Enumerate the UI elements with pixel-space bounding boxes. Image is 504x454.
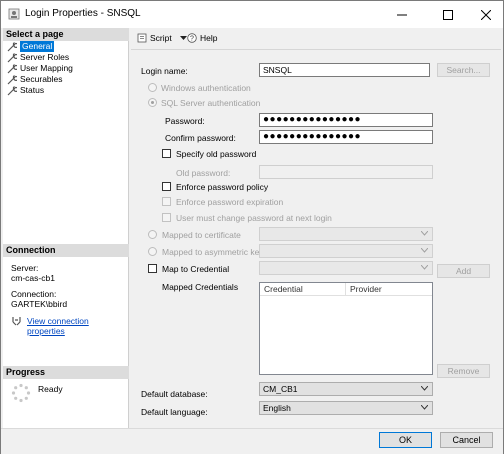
provider-column-header[interactable]: Provider	[346, 283, 432, 296]
maximize-icon	[443, 9, 453, 20]
password-input[interactable]: ●●●●●●●●●●●●●●●	[259, 113, 433, 127]
page-item-status[interactable]: Status	[7, 85, 44, 96]
map-to-credential-label: Map to Credential	[162, 264, 230, 274]
progress-header: Progress	[3, 366, 129, 379]
add-credential-button[interactable]: Add	[437, 264, 490, 278]
page-item-label: Securables	[20, 74, 63, 84]
search-button[interactable]: Search...	[437, 63, 490, 77]
select-page-header: Select a page	[3, 28, 129, 41]
wrench-icon	[7, 74, 17, 84]
login-name-input[interactable]: SNSQL	[259, 63, 430, 77]
mapped-to-certificate-radio[interactable]	[148, 230, 157, 239]
page-item-general[interactable]: General	[7, 41, 55, 52]
enforce-password-policy-checkbox[interactable]	[162, 182, 171, 191]
connection-value: GARTEK\bbird	[11, 299, 68, 309]
script-button[interactable]: Script	[137, 33, 187, 43]
must-change-password-checkbox[interactable]	[162, 213, 171, 222]
help-icon: ?	[187, 33, 197, 43]
default-database-dropdown[interactable]: CM_CB1	[259, 382, 433, 396]
login-icon	[8, 8, 20, 20]
chevron-down-icon	[179, 35, 187, 40]
dialog-footer: OK Cancel	[1, 428, 503, 454]
remove-credential-button[interactable]: Remove	[437, 364, 490, 378]
default-database-label: Default database:	[141, 389, 208, 399]
page-item-label: User Mapping	[20, 63, 73, 73]
help-label: Help	[200, 33, 218, 43]
page-item-label: Server Roles	[20, 52, 70, 62]
mapped-to-asymmetric-key-label: Mapped to asymmetric key	[162, 247, 264, 257]
title-bar: Login Properties - SNSQL	[1, 1, 503, 28]
sql-auth-radio[interactable]	[148, 98, 157, 107]
page-item-label: General	[20, 41, 55, 52]
login-properties-dialog: Login Properties - SNSQL Select a page G…	[0, 0, 504, 454]
progress-status: Ready	[38, 384, 63, 394]
help-button[interactable]: ? Help	[187, 33, 217, 43]
old-password-label: Old password:	[176, 168, 231, 178]
specify-old-password-checkbox[interactable]	[162, 149, 171, 158]
toolbar: Script ? Help	[131, 28, 501, 50]
old-password-input[interactable]	[259, 165, 433, 179]
view-connection-properties-link[interactable]: View connection properties	[27, 316, 128, 336]
close-icon	[481, 9, 491, 20]
confirm-password-input[interactable]: ●●●●●●●●●●●●●●●	[259, 130, 433, 144]
windows-auth-label: Windows authentication	[161, 83, 251, 93]
window-title: Login Properties - SNSQL	[25, 8, 141, 19]
cancel-button[interactable]: Cancel	[440, 432, 493, 448]
asymmetric-key-dropdown[interactable]	[259, 244, 433, 258]
specify-old-password-label: Specify old password	[176, 149, 257, 159]
wrench-icon	[7, 52, 17, 62]
page-item-label: Status	[20, 85, 45, 95]
enforce-password-expiration-checkbox[interactable]	[162, 197, 171, 206]
page-item-server-roles[interactable]: Server Roles	[7, 52, 69, 63]
credential-column-header[interactable]: Credential	[260, 283, 346, 296]
credential-dropdown[interactable]	[259, 261, 433, 275]
must-change-password-label: User must change password at next login	[176, 213, 332, 223]
minimize-icon	[397, 14, 407, 15]
password-label: Password:	[165, 116, 205, 126]
mapped-credentials-label: Mapped Credentials	[162, 282, 239, 292]
connection-properties-icon	[12, 317, 21, 326]
default-language-value: English	[263, 403, 291, 413]
left-panel: Select a page General Server Roles User …	[3, 28, 129, 428]
page-item-securables[interactable]: Securables	[7, 74, 63, 85]
mapped-to-asymmetric-key-radio[interactable]	[148, 247, 157, 256]
confirm-password-label: Confirm password:	[165, 133, 236, 143]
chevron-down-icon	[421, 265, 428, 270]
minimize-button[interactable]	[385, 1, 419, 28]
connection-label: Connection:	[11, 289, 57, 299]
close-button[interactable]	[469, 1, 503, 28]
default-database-value: CM_CB1	[263, 384, 298, 394]
progress-spinner-icon	[11, 383, 31, 403]
script-label: Script	[150, 33, 172, 43]
default-language-label: Default language:	[141, 407, 208, 417]
chevron-down-icon	[421, 231, 428, 236]
connection-header: Connection	[3, 244, 129, 257]
windows-auth-radio[interactable]	[148, 83, 157, 92]
wrench-icon	[7, 41, 17, 51]
mapped-credentials-grid[interactable]: Credential Provider	[259, 282, 433, 375]
script-icon	[137, 33, 147, 43]
chevron-down-icon	[421, 248, 428, 253]
mapped-to-certificate-label: Mapped to certificate	[162, 230, 241, 240]
maximize-button[interactable]	[431, 1, 465, 28]
certificate-dropdown[interactable]	[259, 227, 433, 241]
wrench-icon	[7, 63, 17, 73]
svg-text:?: ?	[190, 36, 194, 43]
ok-button[interactable]: OK	[379, 432, 432, 448]
sql-auth-label: SQL Server authentication	[161, 98, 261, 108]
page-item-user-mapping[interactable]: User Mapping	[7, 63, 73, 74]
right-panel: Script ? Help Login name: SNSQL Search..…	[131, 28, 501, 428]
wrench-icon	[7, 85, 17, 95]
login-name-label: Login name:	[141, 66, 188, 76]
enforce-password-expiration-label: Enforce password expiration	[176, 197, 284, 207]
default-language-dropdown[interactable]: English	[259, 401, 433, 415]
chevron-down-icon	[421, 405, 428, 410]
map-to-credential-checkbox[interactable]	[148, 264, 157, 273]
enforce-password-policy-label: Enforce password policy	[176, 182, 269, 192]
chevron-down-icon	[421, 386, 428, 391]
server-value: cm-cas-cb1	[11, 273, 55, 283]
server-label: Server:	[11, 263, 39, 273]
